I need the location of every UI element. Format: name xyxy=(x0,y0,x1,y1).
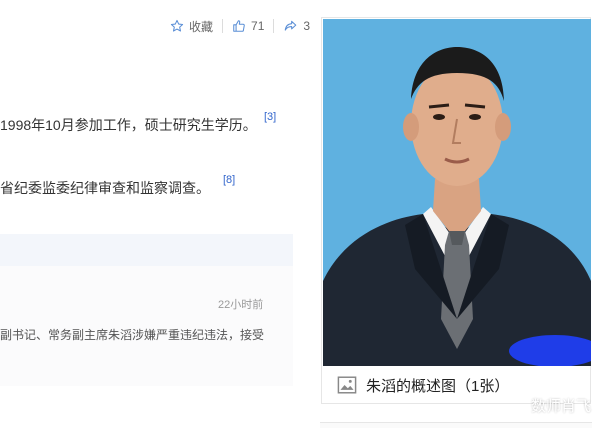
summary-line-work: 1998年10月参加工作，硕士研究生学历。 xyxy=(0,117,257,133)
summary-photo-card[interactable]: 朱滔的概述图（1张） xyxy=(321,17,591,404)
citation-link[interactable]: [8] xyxy=(223,174,235,186)
image-icon xyxy=(337,376,357,394)
summary-line-investigation: 省纪委监委纪律审查和监察调查。 xyxy=(0,180,210,196)
news-header xyxy=(0,234,293,266)
share-count: 3 xyxy=(303,19,311,33)
share-icon xyxy=(285,20,297,31)
like-button[interactable]: 71 xyxy=(232,19,264,33)
citation-link[interactable]: [3] xyxy=(264,111,276,123)
next-card-edge xyxy=(320,422,592,428)
divider xyxy=(222,19,224,33)
thumbs-up-icon xyxy=(233,20,245,32)
action-bar: 收藏 71 3 xyxy=(170,16,310,36)
collect-button[interactable]: 收藏 xyxy=(170,18,213,35)
share-button[interactable]: 3 xyxy=(283,19,310,33)
news-timestamp: 22小时前 xyxy=(218,299,264,311)
star-icon xyxy=(170,19,184,32)
album-caption-label: 朱滔的概述图（1张） xyxy=(366,377,510,395)
like-count: 71 xyxy=(251,19,265,33)
watermark: 数师肖飞 xyxy=(530,398,591,415)
news-snippet[interactable]: 副书记、常务副主席朱滔涉嫌严重违纪违法，接受 xyxy=(0,326,264,343)
divider xyxy=(273,19,275,33)
portrait-illustration xyxy=(323,19,591,366)
collect-label: 收藏 xyxy=(189,19,214,34)
portrait-photo[interactable] xyxy=(323,19,591,366)
